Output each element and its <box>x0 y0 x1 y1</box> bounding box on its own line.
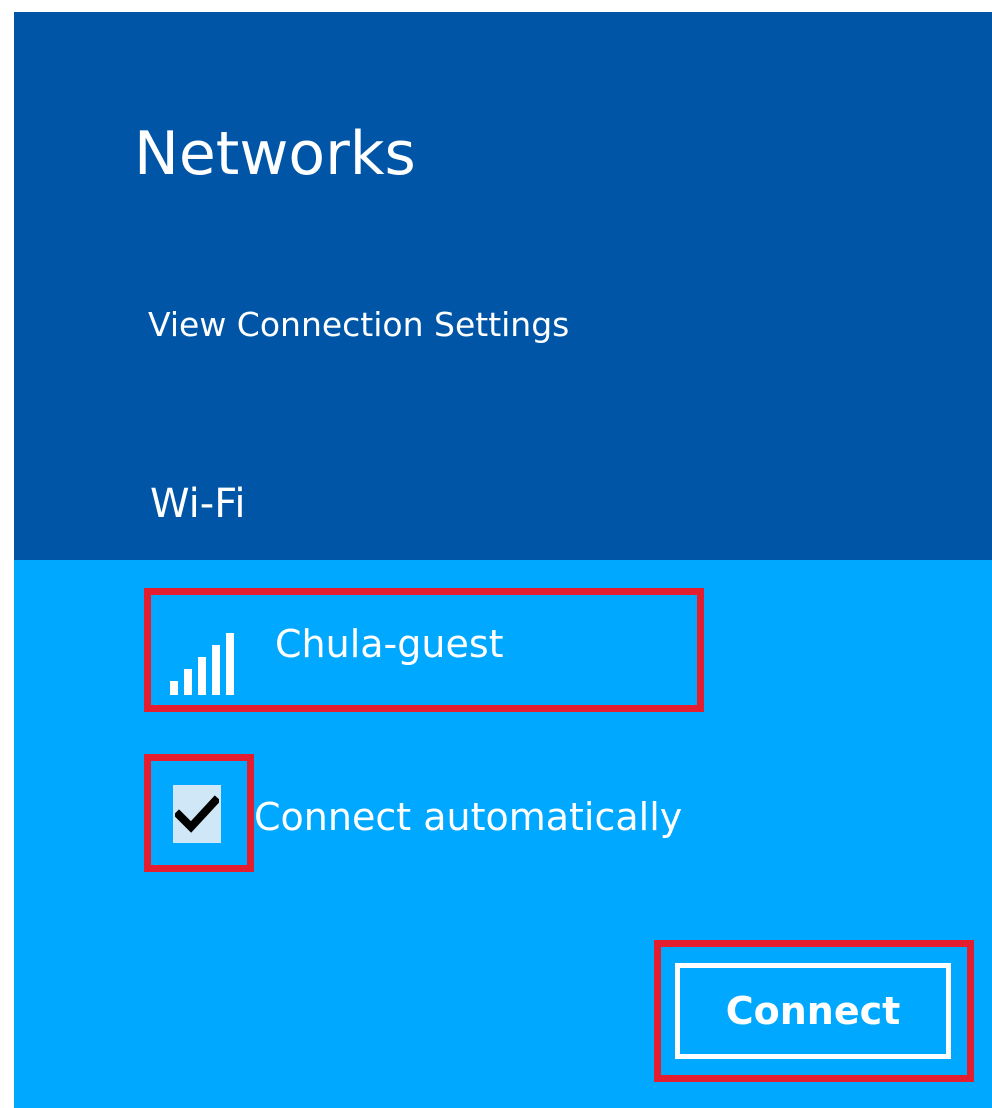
connect-automatically-label[interactable]: Connect automatically <box>254 798 682 836</box>
page-title: Networks <box>134 119 416 189</box>
wifi-section-title: Wi-Fi <box>150 481 246 527</box>
connect-button[interactable]: Connect <box>675 963 951 1059</box>
networks-header-panel: Networks View Connection Settings Wi-Fi <box>14 12 992 560</box>
network-list-item-chula-guest[interactable]: Chula-guest <box>144 588 704 712</box>
wifi-signal-bars-icon <box>170 633 234 695</box>
networks-flyout: Networks View Connection Settings Wi-Fi … <box>14 12 992 1108</box>
view-connection-settings-link[interactable]: View Connection Settings <box>148 308 569 341</box>
connect-automatically-checkbox-area <box>144 754 254 872</box>
network-name: Chula-guest <box>275 622 504 666</box>
connect-automatically-checkbox[interactable] <box>173 785 221 843</box>
checkmark-icon <box>175 795 219 833</box>
connect-button-area: Connect <box>654 940 974 1082</box>
